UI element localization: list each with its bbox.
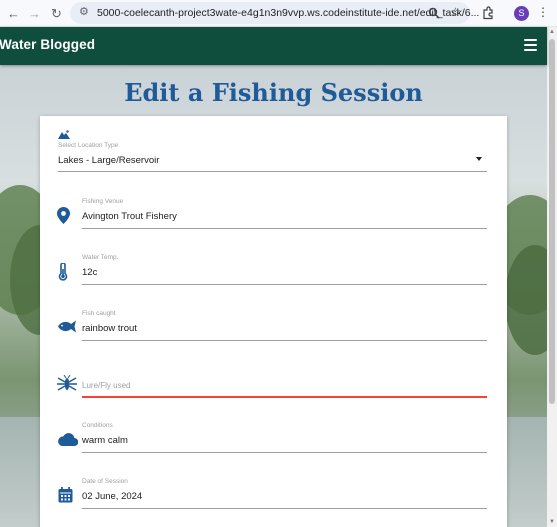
browser-toolbar: ← → ↻ ⚙ 5000-coelecanth-project3wate-e4g…: [0, 0, 557, 27]
dropdown-arrow-icon[interactable]: [476, 157, 482, 161]
lure-fly-underline-invalid: [82, 396, 487, 398]
location-pin-icon: [57, 207, 70, 224]
water-temp-input[interactable]: 12c: [82, 267, 97, 278]
site-info-icon[interactable]: ⚙: [79, 5, 89, 18]
zoom-icon[interactable]: [428, 7, 440, 19]
cloud-icon: [58, 433, 78, 446]
bookmark-star-icon[interactable]: ☆: [450, 5, 461, 19]
fish-caught-label: Fish caught: [82, 310, 116, 317]
scroll-down-arrow-icon[interactable]: ▼: [549, 519, 555, 525]
water-temp-label: Water Temp.: [82, 254, 119, 261]
date-underline: [82, 508, 487, 509]
water-temp-underline: [82, 284, 487, 285]
brand-logo[interactable]: Water Blogged: [0, 37, 95, 52]
page-title: Edit a Fishing Session: [124, 78, 423, 107]
address-bar[interactable]: ⚙ 5000-coelecanth-project3wate-e4g1n3n9v…: [70, 2, 479, 24]
venue-underline: [82, 228, 487, 229]
edit-session-form-card: [40, 116, 507, 527]
fish-caught-input[interactable]: rainbow trout: [82, 323, 137, 334]
more-options-icon[interactable]: ⋮: [537, 5, 549, 19]
terrain-icon: [58, 130, 70, 139]
date-input[interactable]: 02 June, 2024: [82, 491, 142, 502]
venue-label: Fishing Venue: [82, 198, 124, 205]
scrollbar-thumb[interactable]: [549, 39, 555, 404]
calendar-icon: [58, 487, 73, 503]
app-navbar: Water Blogged: [0, 27, 547, 65]
fish-icon: [58, 320, 76, 333]
back-icon[interactable]: ←: [4, 4, 23, 23]
lure-fly-input[interactable]: Lure/Fly used: [82, 381, 130, 390]
location-type-select[interactable]: Lakes - Large/Reservoir: [58, 155, 159, 166]
extensions-icon[interactable]: [481, 6, 495, 20]
page-scrollbar[interactable]: ▲ ▼: [547, 27, 557, 527]
url-text[interactable]: 5000-coelecanth-project3wate-e4g1n3n9vvp…: [97, 7, 479, 19]
date-label: Date of Session: [82, 478, 128, 485]
thermometer-icon: [58, 263, 68, 281]
location-type-underline: [58, 171, 487, 172]
conditions-input[interactable]: warm calm: [82, 435, 128, 446]
reload-icon[interactable]: ↻: [47, 4, 66, 23]
hamburger-menu-icon[interactable]: [524, 39, 537, 51]
conditions-underline: [82, 452, 487, 453]
fish-caught-underline: [82, 340, 487, 341]
conditions-label: Conditions: [82, 422, 113, 429]
fly-insect-icon: [57, 375, 77, 391]
location-type-label: Select Location Type: [58, 142, 119, 149]
venue-input[interactable]: Avington Trout Fishery: [82, 211, 177, 222]
profile-avatar[interactable]: S: [514, 6, 529, 21]
scroll-up-arrow-icon[interactable]: ▲: [549, 29, 555, 35]
forward-icon[interactable]: →: [25, 4, 44, 23]
